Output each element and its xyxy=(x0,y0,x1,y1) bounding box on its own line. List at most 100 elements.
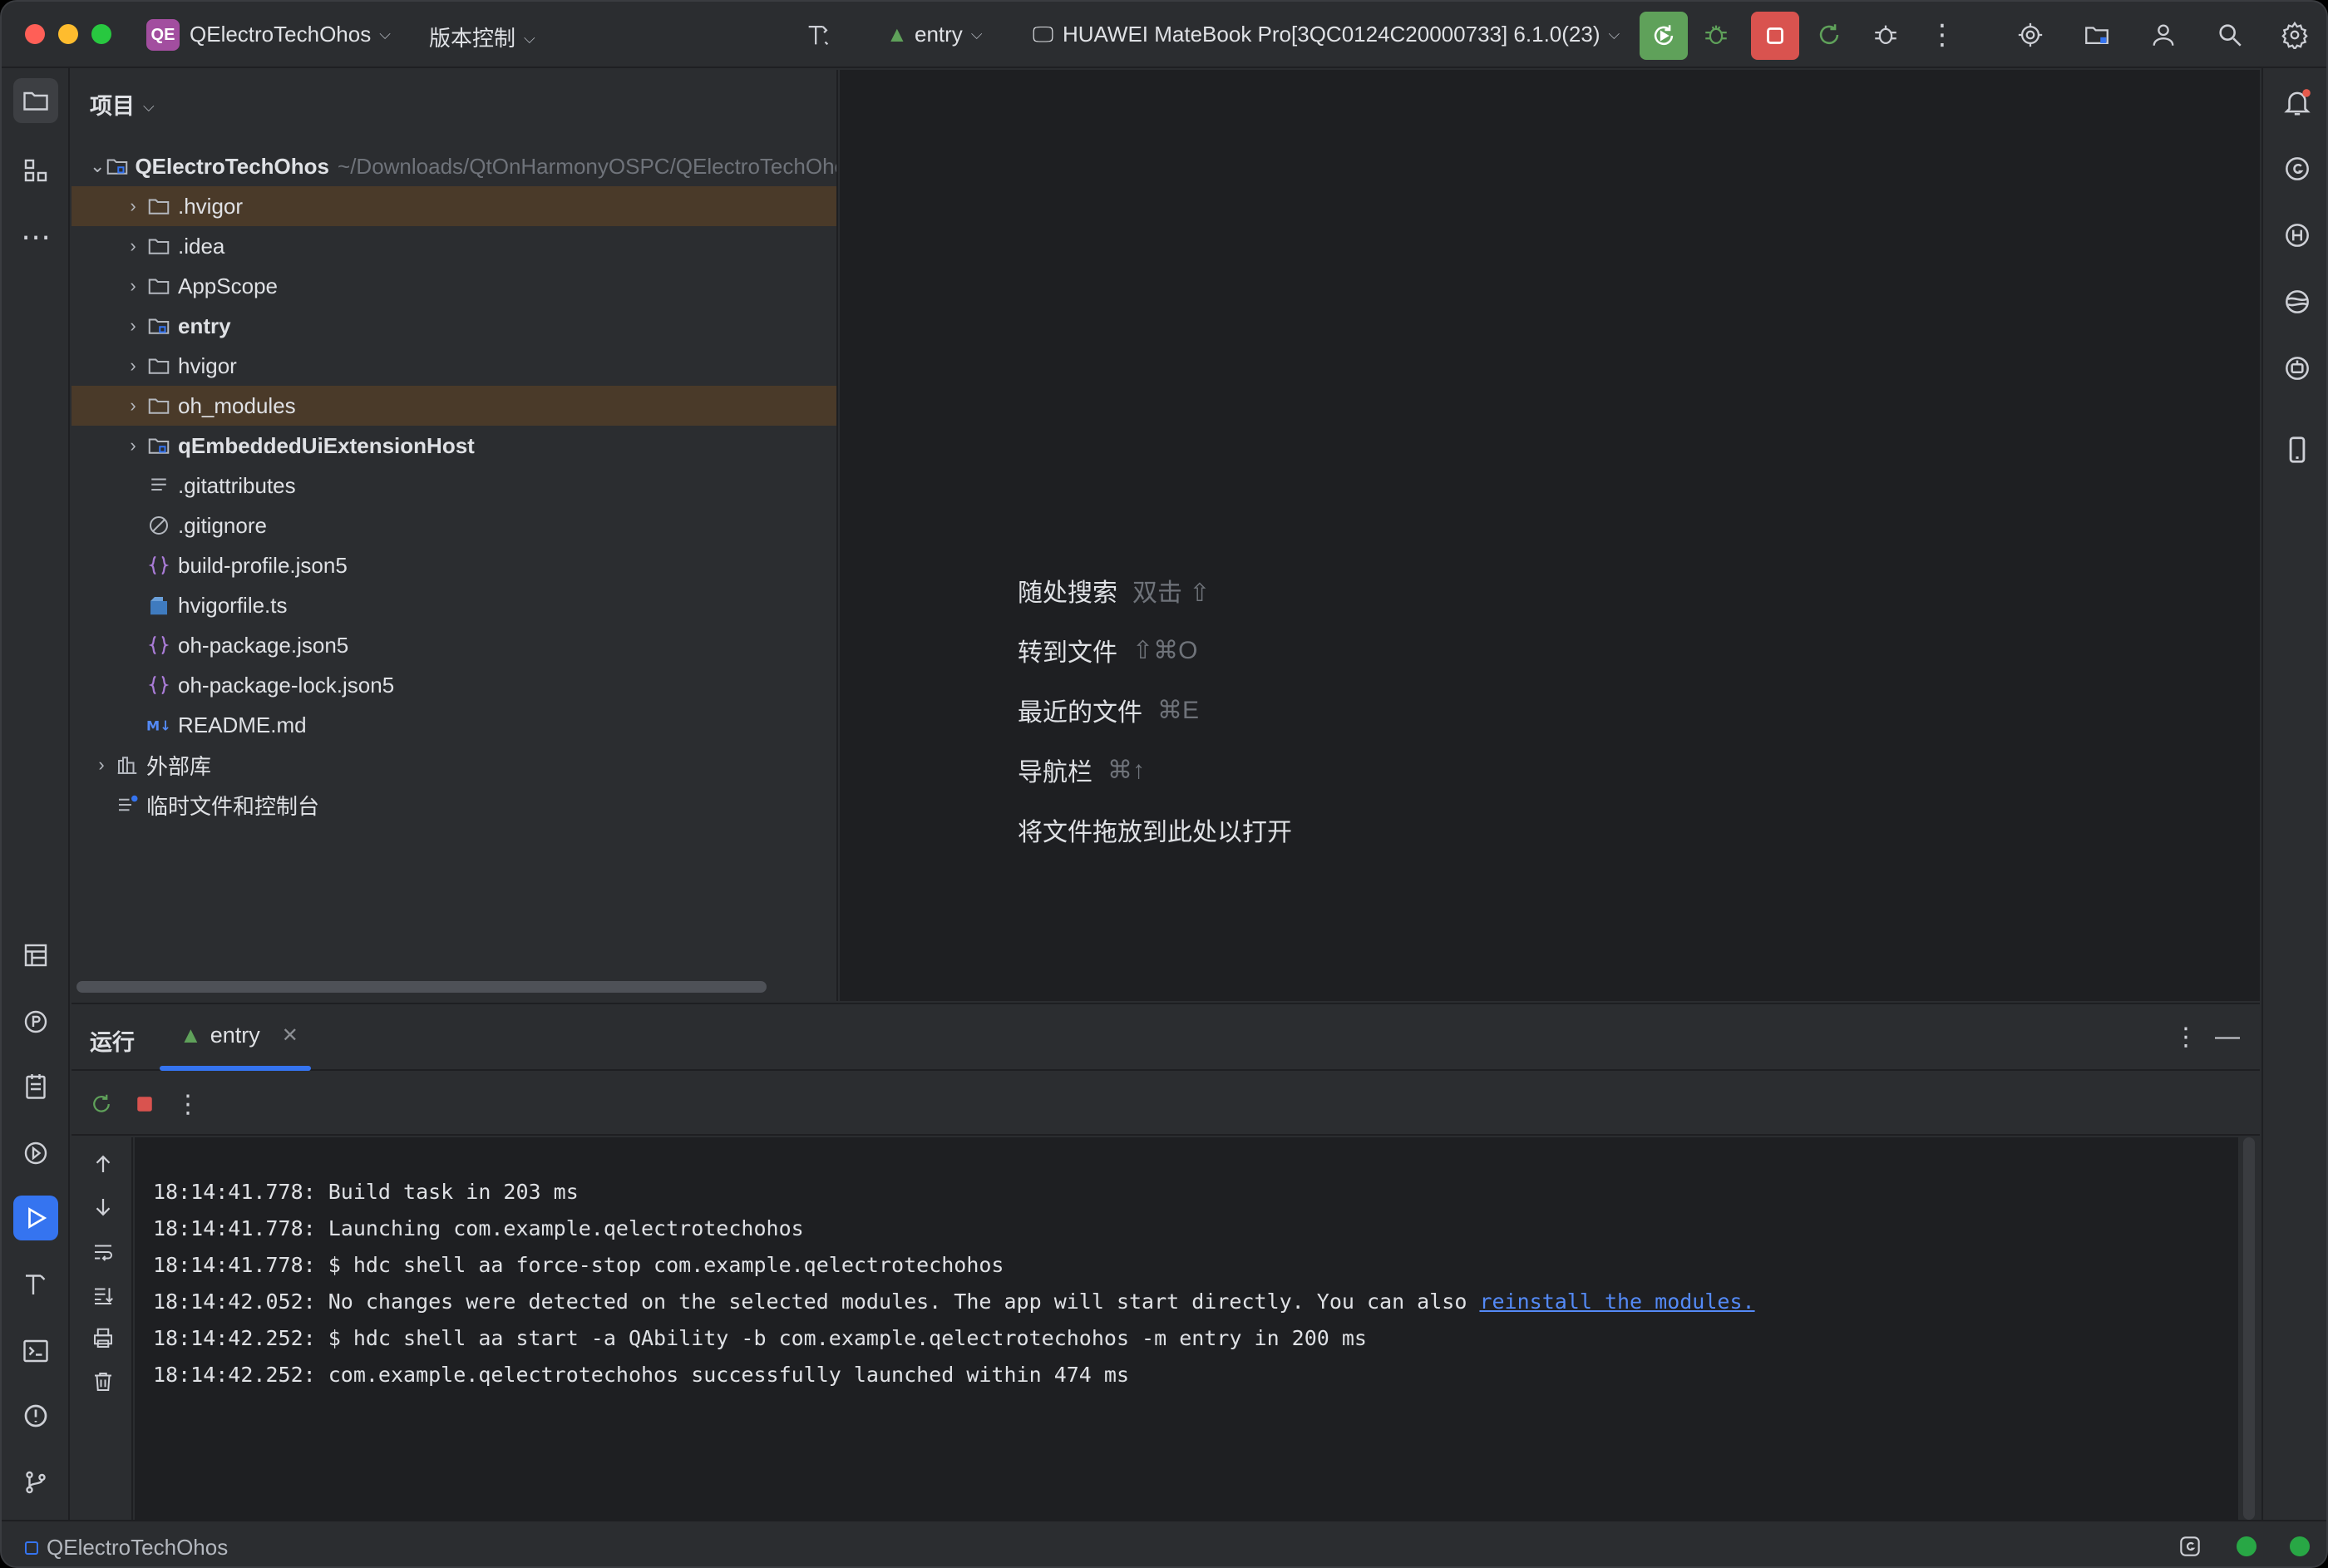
tree-item[interactable]: oh-package.json5 xyxy=(72,625,836,665)
close-window-button[interactable] xyxy=(25,24,45,44)
codegenie-status-icon[interactable] xyxy=(2177,1533,2203,1560)
console-vertical-scrollbar[interactable] xyxy=(2238,1137,2260,1520)
title-bar: QE QElectroTechOhos ⌵ 版本控制 ⌵ ▲ entry ⌵ 🖵 HUAW… xyxy=(2,2,2326,68)
device-manager-icon[interactable] xyxy=(2275,279,2320,324)
console-lines: 18:14:41.778: Build task in 203 ms 18:14:… xyxy=(153,1174,1755,1393)
horizontal-scrollbar[interactable] xyxy=(76,981,767,993)
problems-icon[interactable] xyxy=(13,1393,58,1438)
tree-item[interactable]: › qEmbeddedUiExtensionHost xyxy=(72,426,836,466)
build-hammer-icon[interactable] xyxy=(800,17,836,53)
tree-item[interactable]: oh-package-lock.json5 xyxy=(72,665,836,705)
tree-item-scratches[interactable]: 临时文件和控制台 xyxy=(72,785,836,825)
more-vertical-icon[interactable]: ⋮ xyxy=(171,1087,205,1121)
chevron-down-icon[interactable]: ⌄ xyxy=(90,155,105,177)
tree-item[interactable]: › oh_modules xyxy=(72,386,836,426)
folder-sync-icon[interactable] xyxy=(2079,17,2115,53)
trash-icon[interactable] xyxy=(86,1365,120,1398)
chevron-right-icon[interactable]: › xyxy=(121,435,145,456)
minimize-window-button[interactable] xyxy=(58,24,78,44)
project-badge[interactable]: QE xyxy=(146,19,180,51)
chevron-right-icon[interactable]: › xyxy=(121,315,145,337)
console-line: 18:14:41.778: $ hdc shell aa force-stop … xyxy=(153,1247,1755,1284)
ide-window: QE QElectroTechOhos ⌵ 版本控制 ⌵ ▲ entry ⌵ 🖵 HUAW… xyxy=(0,0,2328,1568)
tree-item[interactable]: .gitignore xyxy=(72,505,836,545)
search-icon[interactable] xyxy=(2212,17,2248,53)
console-line-text: 18:14:41.778: Launching com.example.qele… xyxy=(153,1216,804,1240)
tree-item[interactable]: hvigorfile.ts xyxy=(72,585,836,625)
vcs-menu[interactable]: 版本控制 ⌵ xyxy=(429,22,535,52)
chevron-right-icon[interactable]: › xyxy=(121,275,145,297)
previewer-phone-icon[interactable] xyxy=(2275,427,2320,472)
tree-root-item[interactable]: ⌄ QElectroTechOhos ~/Downloads/QtOnHarmo… xyxy=(72,146,836,186)
status-indicator-icon[interactable] xyxy=(2290,1536,2310,1556)
reinstall-modules-link[interactable]: reinstall the modules. xyxy=(1479,1289,1754,1314)
device-selector[interactable]: 🖵 HUAWEI MateBook Pro[3QC0124C20000733] 6… xyxy=(1033,22,1620,48)
chevron-right-icon[interactable]: › xyxy=(121,355,145,377)
harmony-h-icon[interactable] xyxy=(2275,213,2320,258)
tree-item[interactable]: › .hvigor xyxy=(72,186,836,226)
more-vertical-icon[interactable]: ⋮ xyxy=(1924,17,1961,53)
maximize-window-button[interactable] xyxy=(91,24,111,44)
plugin-gear-icon[interactable] xyxy=(2012,17,2049,53)
tree-item[interactable]: › AppScope xyxy=(72,266,836,306)
rerun-button[interactable] xyxy=(1640,12,1688,60)
chevron-right-icon[interactable]: › xyxy=(90,754,113,776)
console-output[interactable]: 18:14:41.778: Build task in 203 ms 18:14:… xyxy=(135,1137,2238,1520)
arrow-down-icon[interactable] xyxy=(86,1191,120,1224)
notifications-bell-icon[interactable] xyxy=(2275,80,2320,125)
arrow-up-icon[interactable] xyxy=(86,1147,120,1181)
services-icon[interactable] xyxy=(13,1131,58,1176)
profiler-icon[interactable] xyxy=(13,999,58,1044)
tree-item-external-libraries[interactable]: › 外部库 xyxy=(72,745,836,785)
run-tab-entry[interactable]: ▲ entry ✕ xyxy=(180,1023,298,1048)
git-branch-icon[interactable] xyxy=(13,1460,58,1505)
chevron-right-icon[interactable]: › xyxy=(121,395,145,417)
print-icon[interactable] xyxy=(86,1322,120,1355)
run-config-selector[interactable]: ▲ entry ⌵ xyxy=(886,22,982,47)
tree-item[interactable]: build-profile.json5 xyxy=(72,545,836,585)
structure-icon[interactable] xyxy=(13,148,58,193)
account-icon[interactable] xyxy=(2145,17,2182,53)
tree-item-label: .hvigor xyxy=(178,193,244,219)
console-line: 18:14:42.052: No changes were detected o… xyxy=(153,1284,1755,1320)
settings-gear-icon[interactable] xyxy=(2276,17,2313,53)
apply-changes-icon[interactable] xyxy=(1811,17,1847,53)
status-indicator-icon[interactable] xyxy=(2237,1536,2256,1556)
ts-file-icon xyxy=(145,591,173,619)
console-line: 18:14:41.778: Launching com.example.qele… xyxy=(153,1211,1755,1247)
more-horizontal-icon[interactable]: ⋯ xyxy=(13,214,58,259)
more-vertical-icon[interactable]: ⋮ xyxy=(2173,1023,2198,1052)
console-line: 18:14:42.252: $ hdc shell aa start -a QA… xyxy=(153,1320,1755,1357)
codegenie-icon[interactable] xyxy=(2275,146,2320,191)
tree-item[interactable]: › entry xyxy=(72,306,836,346)
tree-item[interactable]: .gitattributes xyxy=(72,466,836,505)
close-tab-icon[interactable]: ✕ xyxy=(282,1023,298,1048)
attach-debugger-icon[interactable] xyxy=(1867,17,1904,53)
terminal-icon[interactable] xyxy=(13,1329,58,1373)
soft-wrap-icon[interactable] xyxy=(86,1235,120,1269)
tree-item[interactable]: › hvigor xyxy=(72,346,836,386)
console-line: 18:14:42.252: com.example.qelectrotechoh… xyxy=(153,1357,1755,1393)
hint-label: 转到文件 xyxy=(1018,639,1117,667)
status-project[interactable]: QElectroTechOhos xyxy=(25,1535,228,1561)
run-tool-icon[interactable] xyxy=(13,1196,58,1240)
scrollbar-thumb[interactable] xyxy=(2243,1137,2255,1520)
stop-icon[interactable] xyxy=(128,1087,161,1121)
project-panel-header[interactable]: 项目 ⌵ xyxy=(90,88,155,121)
chevron-right-icon[interactable]: › xyxy=(121,235,145,257)
todo-icon[interactable] xyxy=(13,1064,58,1109)
project-view-folder-icon[interactable] xyxy=(13,78,58,123)
minimize-panel-icon[interactable]: — xyxy=(2215,1023,2240,1051)
json-file-icon xyxy=(145,551,173,579)
build-tool-hammer-icon[interactable] xyxy=(13,1262,58,1307)
tree-item[interactable]: › .idea xyxy=(72,226,836,266)
debug-bug-icon[interactable] xyxy=(1698,17,1734,53)
scroll-to-end-icon[interactable] xyxy=(86,1279,120,1312)
stop-button[interactable] xyxy=(1751,12,1799,60)
assistant-robot-icon[interactable] xyxy=(2275,346,2320,391)
chevron-right-icon[interactable]: › xyxy=(121,195,145,217)
rerun-icon[interactable] xyxy=(85,1087,118,1121)
layout-inspector-icon[interactable] xyxy=(13,933,58,978)
project-switcher[interactable]: QElectroTechOhos ⌵ xyxy=(190,22,391,47)
tree-item[interactable]: M↓ README.md xyxy=(72,705,836,745)
